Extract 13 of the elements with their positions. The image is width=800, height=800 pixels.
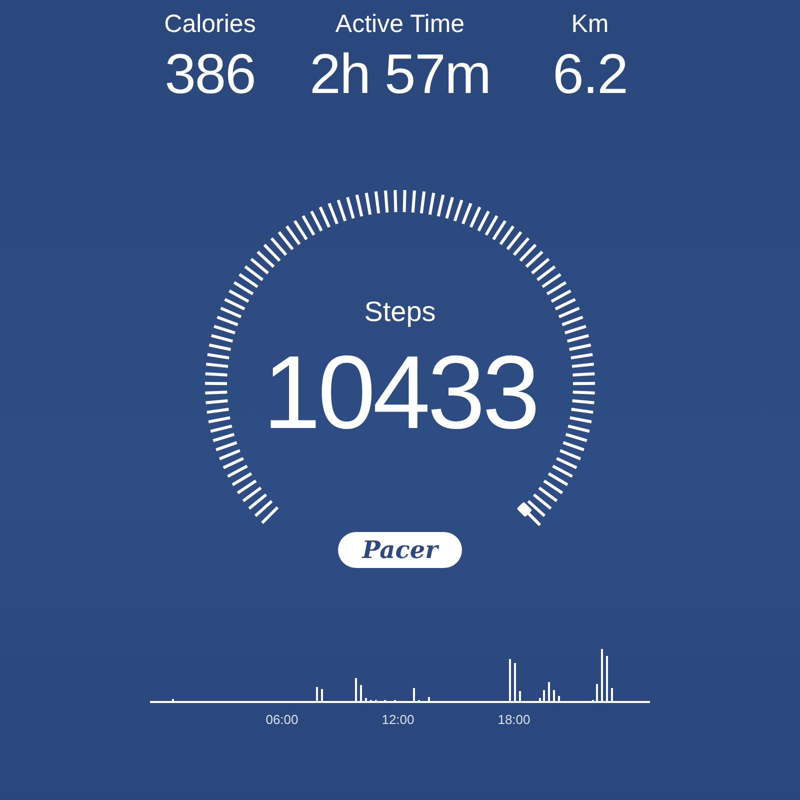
gauge-handle [516,502,542,526]
brand-logo: Pacer [338,532,462,568]
time-label: 18:00 [496,711,532,729]
steps-label: Steps [364,295,436,329]
stat-label: Km [571,9,609,40]
stat-label: Active Time [335,9,465,40]
time-label: 06:00 [264,711,300,729]
stat-label: Calories [164,9,256,40]
stat-value: 6.2 [552,41,628,107]
time-label: 12:00 [380,711,416,729]
steps-count: 10433 [262,338,538,448]
stat-value: 2h 57m [310,41,490,107]
stat-value: 386 [164,41,256,107]
